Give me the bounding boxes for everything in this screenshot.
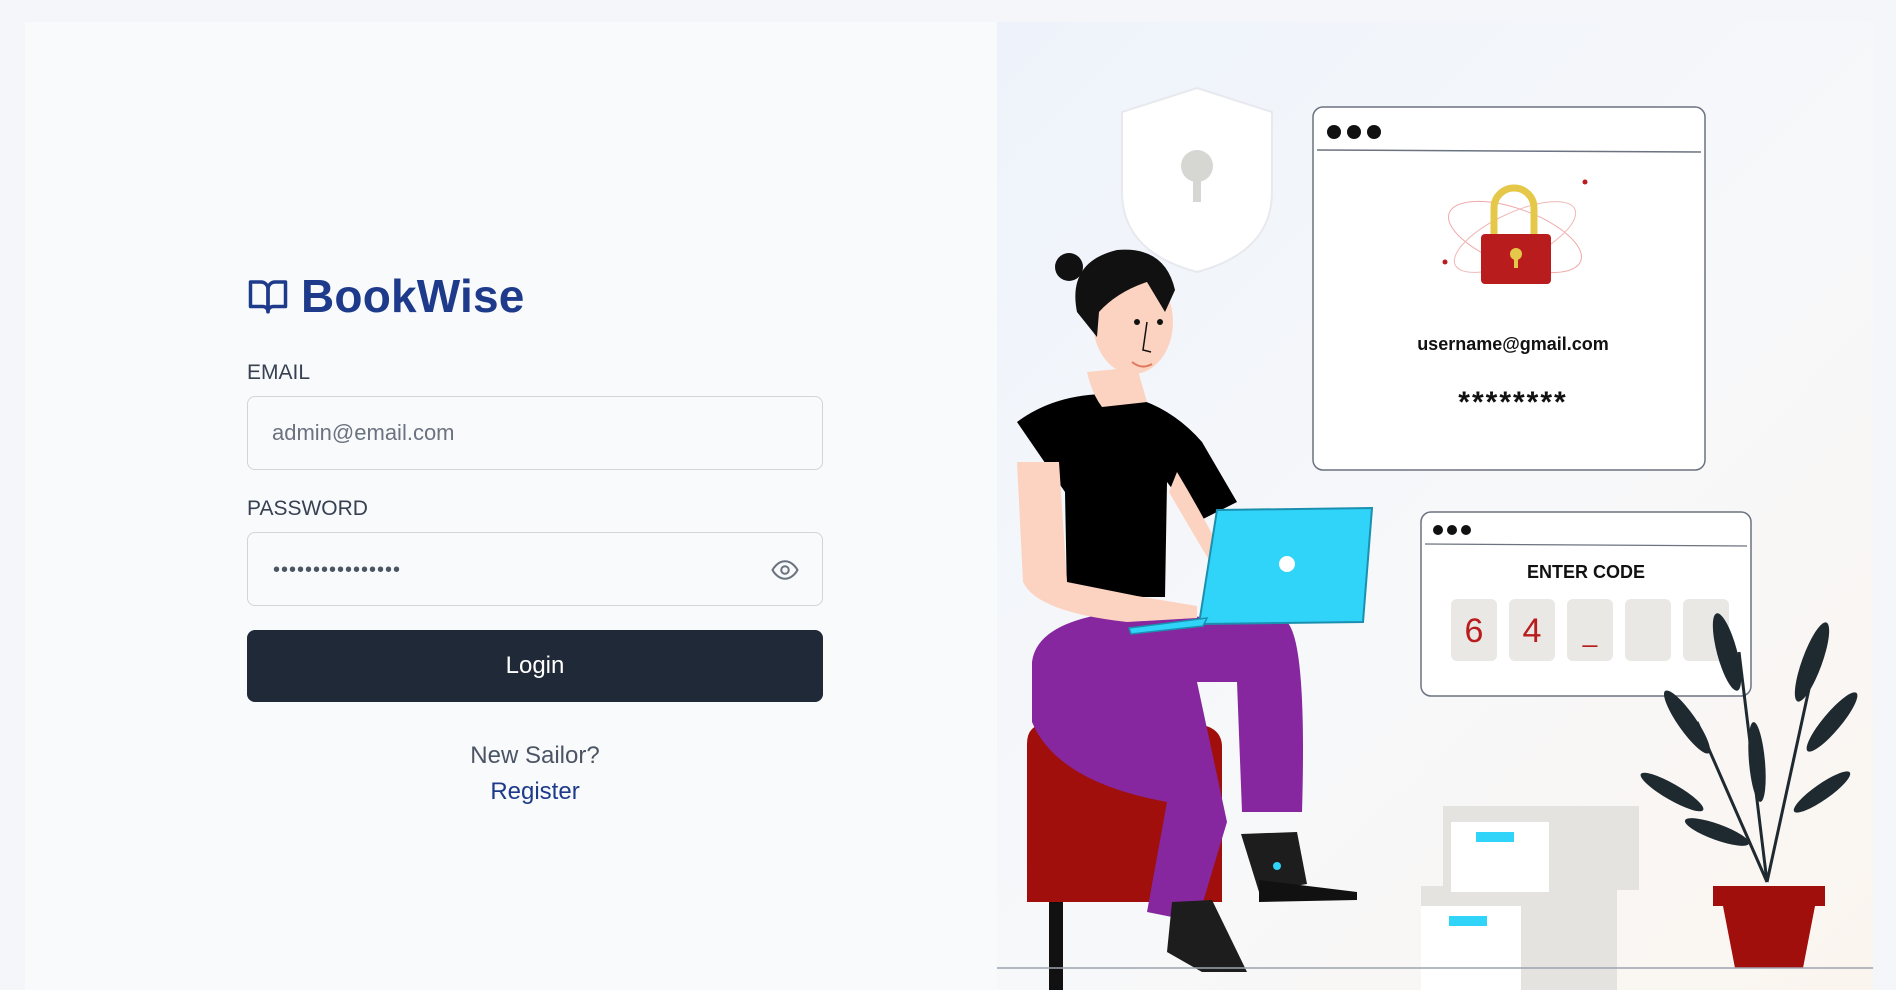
code-digit-1: 6 — [1465, 612, 1484, 650]
login-panel: BookWise EMAIL PASSWORD ••••••••••••••••… — [25, 22, 997, 990]
code-window: ENTER CODE 6 4 _ — [1420, 511, 1752, 697]
password-field[interactable]: •••••••••••••••• — [247, 532, 823, 606]
brand-name: BookWise — [301, 270, 525, 322]
login-button[interactable]: Login — [247, 630, 823, 702]
brand-logo: BookWise — [247, 270, 823, 322]
password-value: •••••••••••••••• — [273, 559, 402, 581]
login-form: BookWise EMAIL PASSWORD ••••••••••••••••… — [247, 270, 823, 806]
shield-icon — [1121, 86, 1273, 274]
credentials-email: username@gmail.com — [1417, 334, 1609, 354]
password-label: PASSWORD — [247, 497, 368, 520]
open-book-icon — [248, 280, 288, 314]
storage-boxes — [1421, 806, 1639, 990]
register-link[interactable]: Register — [247, 778, 823, 806]
code-digit-2: 4 — [1523, 612, 1542, 650]
credentials-window: username@gmail.com ******** — [1312, 106, 1706, 471]
email-field-wrapper — [247, 396, 823, 470]
code-title: ENTER CODE — [1527, 562, 1645, 582]
eye-icon[interactable] — [770, 555, 800, 585]
credentials-password: ******** — [1458, 386, 1567, 419]
illustration-panel: username@gmail.com ******** ENTER CODE 6… — [997, 22, 1873, 990]
login-illustration: username@gmail.com ******** ENTER CODE 6… — [997, 86, 1873, 990]
code-digit-3: _ — [1582, 618, 1598, 648]
email-label: EMAIL — [247, 361, 311, 384]
new-user-prompt: New Sailor? — [470, 742, 600, 769]
email-field[interactable] — [248, 397, 822, 469]
